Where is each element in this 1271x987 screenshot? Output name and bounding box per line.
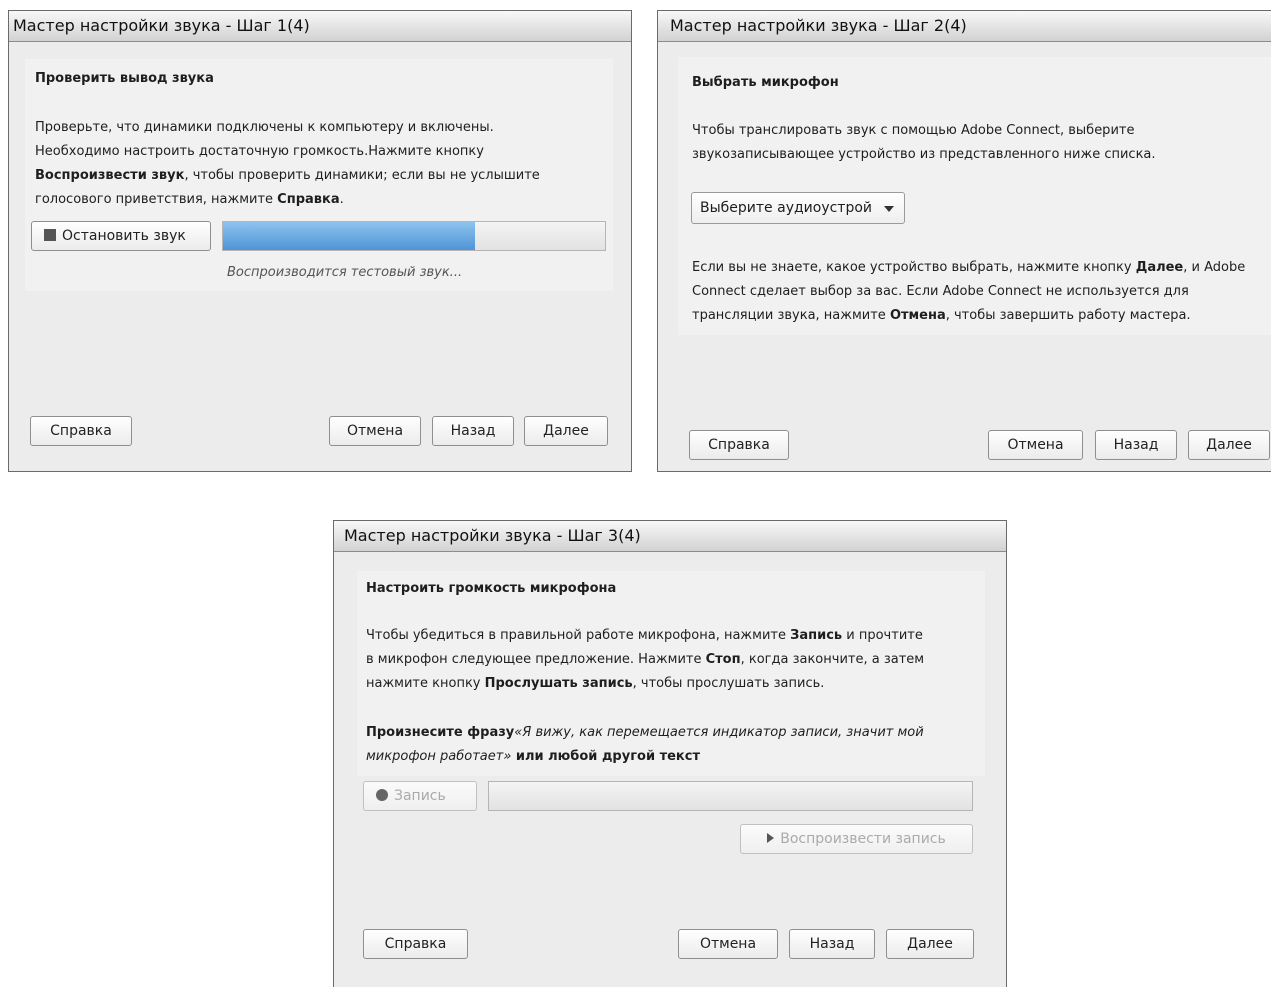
text-span: голосового приветствия, нажмите xyxy=(35,192,278,207)
instructions-line: Проверьте, что динамики подключены к ком… xyxy=(35,120,494,135)
text-span: Чтобы убедиться в правильной работе микр… xyxy=(366,628,791,643)
phrase-quote: «Я вижу, как перемещается индикатор запи… xyxy=(514,725,924,740)
instructions-line: Необходимо настроить достаточную громкос… xyxy=(35,144,484,159)
text-span: , чтобы прослушать запись. xyxy=(632,676,825,691)
bold-term: Прослушать запись xyxy=(484,676,633,691)
instructions-line: в микрофон следующее предложение. Нажмит… xyxy=(366,648,986,672)
phrase-text: Произнесите фразу«Я вижу, как перемещает… xyxy=(366,721,986,769)
cancel-button[interactable]: Отмена xyxy=(678,929,778,959)
text-span: , и Adobe xyxy=(1183,260,1246,275)
phrase-line: микрофон работает» или любой другой текс… xyxy=(366,745,986,769)
back-button[interactable]: Назад xyxy=(432,416,514,446)
instructions-line: Воспроизвести звук, чтобы проверить дина… xyxy=(35,164,610,188)
section-heading: Проверить вывод звука xyxy=(35,71,214,86)
bold-term: Справка xyxy=(277,192,340,207)
dropdown-arrow-icon xyxy=(884,206,894,212)
wizard-step3-dialog: Мастер настройки звука - Шаг 3(4) Настро… xyxy=(333,520,1007,987)
record-level-bar xyxy=(488,781,973,811)
phrase-quote: микрофон работает» xyxy=(366,749,512,764)
dialog-title: Мастер настройки звука - Шаг 1(4) xyxy=(9,11,631,42)
text-span: , чтобы проверить динамики; если вы не у… xyxy=(184,168,540,183)
wizard-step1-dialog: Мастер настройки звука - Шаг 1(4) Провер… xyxy=(8,10,632,472)
stop-sound-button[interactable]: Остановить звук xyxy=(31,221,211,251)
next-button[interactable]: Далее xyxy=(524,416,608,446)
phrase-line: Произнесите фразу«Я вижу, как перемещает… xyxy=(366,721,986,745)
info-line: Если вы не знаете, какое устройство выбр… xyxy=(692,256,1271,280)
next-button[interactable]: Далее xyxy=(1188,430,1270,460)
bold-term: Стоп xyxy=(705,652,741,667)
bold-term: Воспроизвести звук xyxy=(35,168,185,183)
back-button[interactable]: Назад xyxy=(789,929,875,959)
button-label: Воспроизвести запись xyxy=(780,831,946,847)
button-label: Запись xyxy=(394,788,446,804)
help-button[interactable]: Справка xyxy=(363,929,468,959)
bold-term: или любой другой текст xyxy=(511,749,700,764)
bold-term: Отмена xyxy=(889,308,946,323)
bold-term: Произнесите фразу xyxy=(366,725,515,740)
bold-term: Далее xyxy=(1135,260,1184,275)
select-value: Выберите аудиоустрой xyxy=(700,200,873,216)
record-button[interactable]: Запись xyxy=(363,781,477,811)
dialog-title: Мастер настройки звука - Шаг 3(4) xyxy=(334,521,1006,552)
next-button[interactable]: Далее xyxy=(886,929,974,959)
instructions-text: Чтобы убедиться в правильной работе микр… xyxy=(366,624,986,696)
instructions-line: Чтобы транслировать звук с помощью Adobe… xyxy=(692,123,1135,138)
cancel-button[interactable]: Отмена xyxy=(988,430,1083,460)
info-text: Если вы не знаете, какое устройство выбр… xyxy=(692,256,1271,328)
instructions-line: нажмите кнопку Прослушать запись, чтобы … xyxy=(366,672,986,696)
info-line: Connect сделает выбор за вас. Если Adobe… xyxy=(692,284,1189,299)
stop-icon xyxy=(44,229,56,241)
button-label: Остановить звук xyxy=(62,228,186,244)
section-heading: Настроить громкость микрофона xyxy=(366,581,617,596)
progress-fill xyxy=(223,222,476,250)
text-span: . xyxy=(339,192,344,207)
text-span: , когда закончите, а затем xyxy=(740,652,925,667)
section-heading: Выбрать микрофон xyxy=(692,75,839,90)
bold-term: Запись xyxy=(790,628,843,643)
help-button[interactable]: Справка xyxy=(30,416,132,446)
content-panel: Выбрать микрофон Чтобы транслировать зву… xyxy=(678,57,1271,335)
play-recording-button[interactable]: Воспроизвести запись xyxy=(740,824,973,854)
help-button[interactable]: Справка xyxy=(689,430,789,460)
playback-status: Воспроизводится тестовый звук... xyxy=(227,265,463,280)
text-span: и прочтите xyxy=(842,628,923,643)
cancel-button[interactable]: Отмена xyxy=(329,416,421,446)
text-span: , чтобы завершить работу мастера. xyxy=(945,308,1191,323)
text-span: в микрофон следующее предложение. Нажмит… xyxy=(366,652,706,667)
content-panel: Проверить вывод звука Проверьте, что дин… xyxy=(25,59,613,291)
text-span: нажмите кнопку xyxy=(366,676,485,691)
dialog-title: Мастер настройки звука - Шаг 2(4) xyxy=(658,11,1271,42)
instructions-text: Чтобы транслировать звук с помощью Adobe… xyxy=(692,119,1271,167)
play-icon xyxy=(767,833,775,843)
text-span: трансляции звука, нажмите xyxy=(692,308,890,323)
audio-device-select[interactable]: Выберите аудиоустрой xyxy=(691,192,905,224)
instructions-line: Чтобы убедиться в правильной работе микр… xyxy=(366,624,986,648)
instructions-text: Проверьте, что динамики подключены к ком… xyxy=(35,116,610,212)
info-line: трансляции звука, нажмите Отмена, чтобы … xyxy=(692,304,1271,328)
sound-progress-bar xyxy=(222,221,606,251)
text-span: Если вы не знаете, какое устройство выбр… xyxy=(692,260,1136,275)
instructions-line: звукозаписывающее устройство из представ… xyxy=(692,147,1156,162)
instructions-line: голосового приветствия, нажмите Справка. xyxy=(35,188,610,212)
back-button[interactable]: Назад xyxy=(1095,430,1177,460)
content-panel: Настроить громкость микрофона Чтобы убед… xyxy=(357,571,985,776)
record-icon xyxy=(376,789,388,801)
wizard-step2-dialog: Мастер настройки звука - Шаг 2(4) Выбрат… xyxy=(657,10,1271,472)
